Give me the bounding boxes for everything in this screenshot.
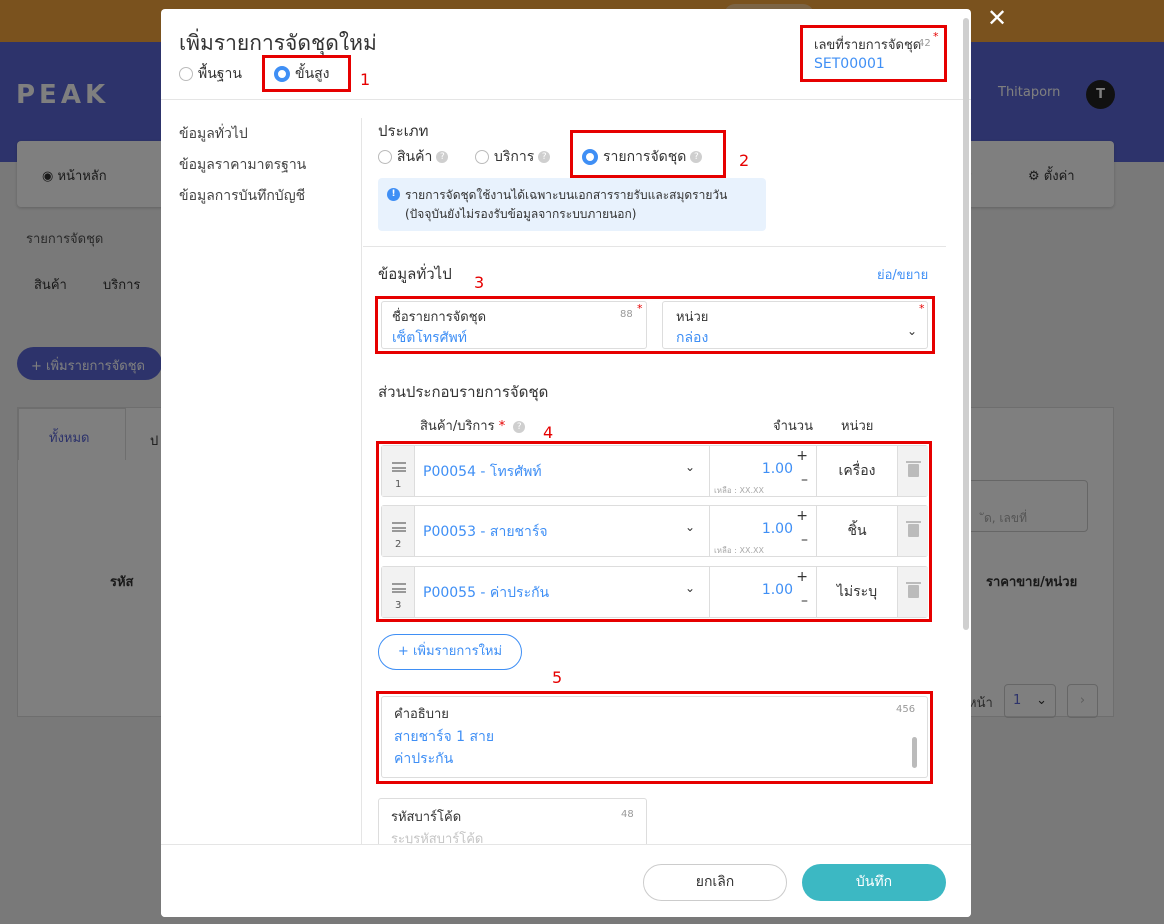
help-icon[interactable]: ? xyxy=(436,151,449,163)
components-heading: ส่วนประกอบรายการจัดชุด xyxy=(378,383,549,401)
type-product[interactable]: สินค้า? xyxy=(378,146,449,168)
radio-basic[interactable] xyxy=(179,67,193,81)
modal-header: เพิ่มรายการจัดชุดใหม่ พื้นฐาน ขั้นสูง 1 … xyxy=(161,9,971,100)
annotation-box-3 xyxy=(375,296,935,354)
help-icon[interactable]: ? xyxy=(538,151,551,163)
info-text-2: (ปัจจุบันยังไม่รองรับข้อมูลจากระบบภายนอก… xyxy=(405,207,637,221)
save-button[interactable]: บันทึก xyxy=(802,864,946,901)
type-service[interactable]: บริการ? xyxy=(475,146,551,168)
type-label: ประเภท xyxy=(378,122,429,140)
annotation-box-4 xyxy=(376,441,932,622)
general-heading: ข้อมูลทั่วไป xyxy=(378,265,452,283)
annotation-box-doc-number xyxy=(800,25,947,82)
side-nav-accounting[interactable]: ข้อมูลการบันทึกบัญชี xyxy=(179,185,305,207)
radio-product[interactable] xyxy=(378,150,392,164)
annotation-1: 1 xyxy=(360,70,371,89)
col-qty-header: จำนวน xyxy=(773,419,813,434)
info-icon: ! xyxy=(387,188,400,201)
divider xyxy=(361,118,362,858)
modal-scrollbar[interactable] xyxy=(963,18,969,630)
barcode-field[interactable]: รหัสบาร์โค้ด 48 ระบุรหัสบาร์โค้ด xyxy=(378,798,647,850)
barcode-label: รหัสบาร์โค้ด xyxy=(391,810,462,825)
help-icon[interactable]: ? xyxy=(513,420,526,433)
barcode-count: 48 xyxy=(621,809,634,820)
info-text-1: รายการจัดชุดใช้งานได้เฉพาะบนเอกสารรายรับ… xyxy=(405,188,728,202)
type-service-label: บริการ xyxy=(494,149,535,165)
mode-basic-label: พื้นฐาน xyxy=(198,66,242,82)
add-bundle-modal: เพิ่มรายการจัดชุดใหม่ พื้นฐาน ขั้นสูง 1 … xyxy=(161,9,971,917)
col-product-header: สินค้า/บริการ *? xyxy=(420,415,526,436)
section-divider xyxy=(363,246,946,247)
add-item-button[interactable]: + เพิ่มรายการใหม่ xyxy=(378,634,522,670)
annotation-box-1 xyxy=(262,55,351,92)
radio-service[interactable] xyxy=(475,150,489,164)
collapse-link[interactable]: ย่อ/ขยาย xyxy=(877,264,928,285)
annotation-2: 2 xyxy=(739,151,750,170)
close-icon[interactable]: ✕ xyxy=(987,6,1007,30)
side-nav-general[interactable]: ข้อมูลทั่วไป xyxy=(179,123,248,145)
annotation-box-5 xyxy=(376,691,933,784)
annotation-3: 3 xyxy=(474,273,485,292)
type-product-label: สินค้า xyxy=(397,149,433,165)
side-nav-pricing[interactable]: ข้อมูลราคามาตรฐาน xyxy=(179,154,306,176)
mode-basic[interactable]: พื้นฐาน xyxy=(179,63,242,85)
col-product-text: สินค้า/บริการ xyxy=(420,419,495,434)
annotation-4: 4 xyxy=(543,423,554,442)
modal-footer: ยกเลิก บันทึก xyxy=(161,844,971,917)
col-unit-header: หน่วย xyxy=(841,419,874,434)
info-box: ! รายการจัดชุดใช้งานได้เฉพาะบนเอกสารรายร… xyxy=(378,178,766,231)
annotation-box-2 xyxy=(570,130,726,178)
annotation-5: 5 xyxy=(552,668,563,687)
cancel-button[interactable]: ยกเลิก xyxy=(643,864,787,901)
